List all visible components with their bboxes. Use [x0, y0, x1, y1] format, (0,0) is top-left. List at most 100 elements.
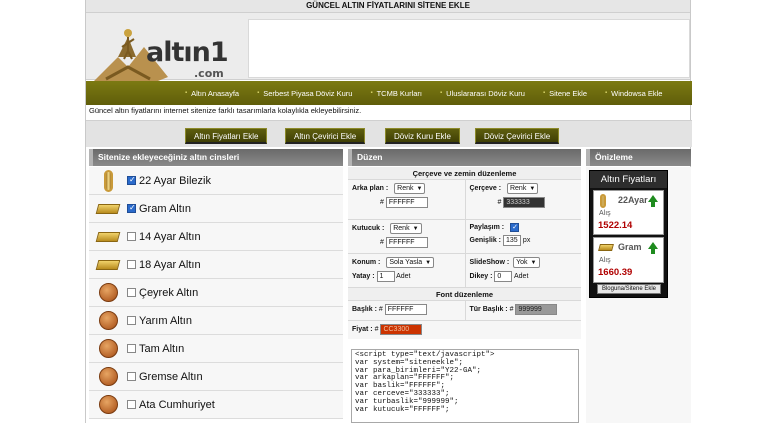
chevron-down-icon: ▼: [412, 226, 419, 232]
tab-doviz-kuru-ekle[interactable]: Döviz Kuru Ekle: [385, 128, 460, 144]
section-title-frame: Çerçeve ve zemin düzenleme: [348, 167, 581, 180]
bullet-icon: ▪: [605, 90, 608, 96]
bracelet-icon: [93, 168, 123, 194]
widget-card-value: 1660.39: [598, 267, 633, 278]
gold-types-panel-header: Sitenize ekleyeceğiniz altın cinsleri: [89, 149, 343, 166]
checkbox-yarim-altin[interactable]: [127, 316, 136, 325]
bullet-icon: ▪: [370, 90, 373, 96]
list-item-yarim-altin[interactable]: Yarım Altın: [89, 307, 343, 335]
page-description: Güncel altın fiyatlarını internet siteni…: [89, 106, 362, 115]
list-item-22-ayar-bilezik[interactable]: 22 Ayar Bilezik: [89, 167, 343, 195]
arrow-up-icon: [648, 242, 658, 254]
form-row: Başlık : # FFFFFF Tür Başlık : # 999999: [348, 301, 581, 321]
gold-price-widget: Altın Fiyatları 22Ayar Alış 1522.14 Gram…: [589, 170, 668, 298]
checkbox-ata-cumhuriyet[interactable]: [127, 400, 136, 409]
checkbox-gremse-altin[interactable]: [127, 372, 136, 381]
arka-plan-color-input[interactable]: FFFFFF: [385, 197, 428, 208]
cerceve-label: Çerçeve :: [469, 185, 502, 192]
cerceve-cell: Çerçeve : Renk ▼ # 333333: [464, 180, 582, 219]
dikey-label: Dikey :: [469, 273, 493, 280]
nav-item-uluslararasi[interactable]: ▪ Uluslararası Döviz Kuru: [431, 89, 534, 98]
tab-altin-cevirici-ekle[interactable]: Altın Çevirici Ekle: [285, 128, 366, 144]
gold-types-list: 22 Ayar Bilezik Gram Altın 14 Ayar Altın…: [89, 167, 343, 419]
cerceve-color-input[interactable]: 333333: [503, 197, 546, 208]
embed-code-textarea[interactable]: <script type="text/javascript"> var syst…: [351, 349, 579, 423]
slideshow-select[interactable]: Yok ▼: [513, 257, 540, 268]
gold-coin-icon: [93, 280, 123, 306]
widget-card: 22Ayar Alış 1522.14: [593, 190, 664, 235]
baslik-label: Başlık :: [352, 306, 377, 313]
tab-bar: Altın Fiyatları Ekle Altın Çevirici Ekle…: [86, 120, 692, 147]
kutucuk-select[interactable]: Renk ▼: [390, 223, 422, 234]
list-item-18-ayar-altin[interactable]: 18 Ayar Altın: [89, 251, 343, 279]
widget-card-name: 22Ayar: [618, 195, 648, 205]
form-row: Fiyat : # CC3300: [348, 321, 581, 339]
tab-altin-fiyatlari-ekle[interactable]: Altın Fiyatları Ekle: [185, 128, 268, 144]
widget-card-name: Gram: [618, 242, 642, 252]
chevron-down-icon: ▼: [425, 260, 432, 266]
form-row: Kutucuk : Renk ▼ # FFFFFF Paylaşım : ✓ Ge…: [348, 220, 581, 254]
kutucuk-color-input[interactable]: FFFFFF: [385, 237, 428, 248]
list-item-ata-cumhuriyet[interactable]: Ata Cumhuriyet: [89, 391, 343, 419]
page-container: GÜNCEL ALTIN FİYATLARINI SİTENE EKLE alt…: [85, 0, 692, 423]
list-item-gremse-altin[interactable]: Gremse Altın: [89, 363, 343, 391]
gold-coin-icon: [93, 392, 123, 418]
logo[interactable]: altın1 .com: [88, 17, 248, 87]
chevron-down-icon: ▼: [530, 260, 537, 266]
bracelet-icon: [600, 194, 606, 208]
bullet-icon: ▪: [440, 90, 443, 96]
section-title-font: Font düzenleme: [348, 288, 581, 301]
checkbox-22-ayar-bilezik[interactable]: [127, 175, 136, 185]
nav-item-windowsa-ekle[interactable]: ▪ Windowsa Ekle: [596, 89, 671, 98]
konum-cell: Konum : Sola Yasla ▼ Yatay : 1 Adet: [348, 254, 465, 287]
top-title: GÜNCEL ALTIN FİYATLARINI SİTENE EKLE: [306, 1, 470, 10]
layout-panel-header: Düzen: [348, 149, 581, 166]
arka-plan-cell: Arka plan : Renk ▼ # FFFFFF: [348, 180, 465, 219]
genislik-input[interactable]: 135: [502, 235, 521, 246]
cerceve-select[interactable]: Renk ▼: [506, 183, 539, 194]
layout-form: Çerçeve ve zemin düzenleme Arka plan : R…: [348, 167, 581, 339]
kutucuk-cell: Kutucuk : Renk ▼ # FFFFFF: [348, 220, 465, 253]
bullet-icon: ▪: [185, 90, 188, 96]
widget-card-value: 1522.14: [598, 220, 633, 231]
list-item-14-ayar-altin[interactable]: 14 Ayar Altın: [89, 223, 343, 251]
empty-cell: [465, 321, 582, 339]
nav-item-serbest-piyasa[interactable]: ▪ Serbest Piyasa Döviz Kuru: [248, 89, 361, 98]
add-to-site-button[interactable]: Bloguna/Sitene Ekle: [597, 284, 661, 294]
dikey-input[interactable]: 0: [494, 271, 513, 282]
tab-doviz-cevirici-ekle[interactable]: Döviz Çevirici Ekle: [475, 128, 560, 144]
konum-select[interactable]: Sola Yasla ▼: [386, 257, 435, 268]
fiyat-cell: Fiyat : # CC3300: [348, 321, 465, 339]
list-item-ceyrek-altin[interactable]: Çeyrek Altın: [89, 279, 343, 307]
yatay-label: Yatay :: [352, 273, 375, 280]
widget-card-alis: Alış: [599, 257, 611, 264]
gold-coin-icon: [93, 308, 123, 334]
list-item-tam-altin[interactable]: Tam Altın: [89, 335, 343, 363]
nav-item-tcmb[interactable]: ▪ TCMB Kurları: [361, 89, 431, 98]
checkbox-18-ayar-altin[interactable]: [127, 260, 136, 269]
konum-label: Konum :: [352, 259, 381, 266]
checkbox-ceyrek-altin[interactable]: [127, 288, 136, 297]
bullet-icon: ▪: [542, 90, 546, 96]
form-row: Arka plan : Renk ▼ # FFFFFF Çerçeve : Ren…: [348, 180, 581, 220]
gold-coin-icon: [93, 336, 123, 362]
list-item-gram-altin[interactable]: Gram Altın: [89, 195, 343, 223]
bullet-icon: ▪: [257, 90, 260, 96]
nav-item-altin-anasayfa[interactable]: ▪ Altın Anasayfa: [176, 89, 248, 98]
baslik-color-input[interactable]: FFFFFF: [384, 304, 427, 315]
checkbox-14-ayar-altin[interactable]: [127, 232, 136, 241]
tur-baslik-label: Tür Başlık :: [469, 306, 508, 313]
tur-baslik-color-input[interactable]: 999999: [515, 304, 558, 315]
gold-bar-icon: [598, 244, 614, 251]
fiyat-color-input[interactable]: CC3300: [380, 324, 423, 335]
arka-plan-select[interactable]: Renk ▼: [394, 183, 426, 194]
logo-text: altın1: [146, 37, 229, 68]
checkbox-gram-altin[interactable]: [127, 203, 136, 213]
genislik-label: Genişlik :: [469, 237, 502, 244]
ad-banner: [248, 19, 690, 78]
yatay-input[interactable]: 1: [376, 271, 395, 282]
nav-item-sitene-ekle[interactable]: ▪ Sitene Ekle: [534, 89, 596, 98]
checkbox-tam-altin[interactable]: [127, 344, 136, 353]
paylasim-checkbox[interactable]: ✓: [510, 223, 520, 232]
gold-bar-icon: [93, 196, 123, 222]
